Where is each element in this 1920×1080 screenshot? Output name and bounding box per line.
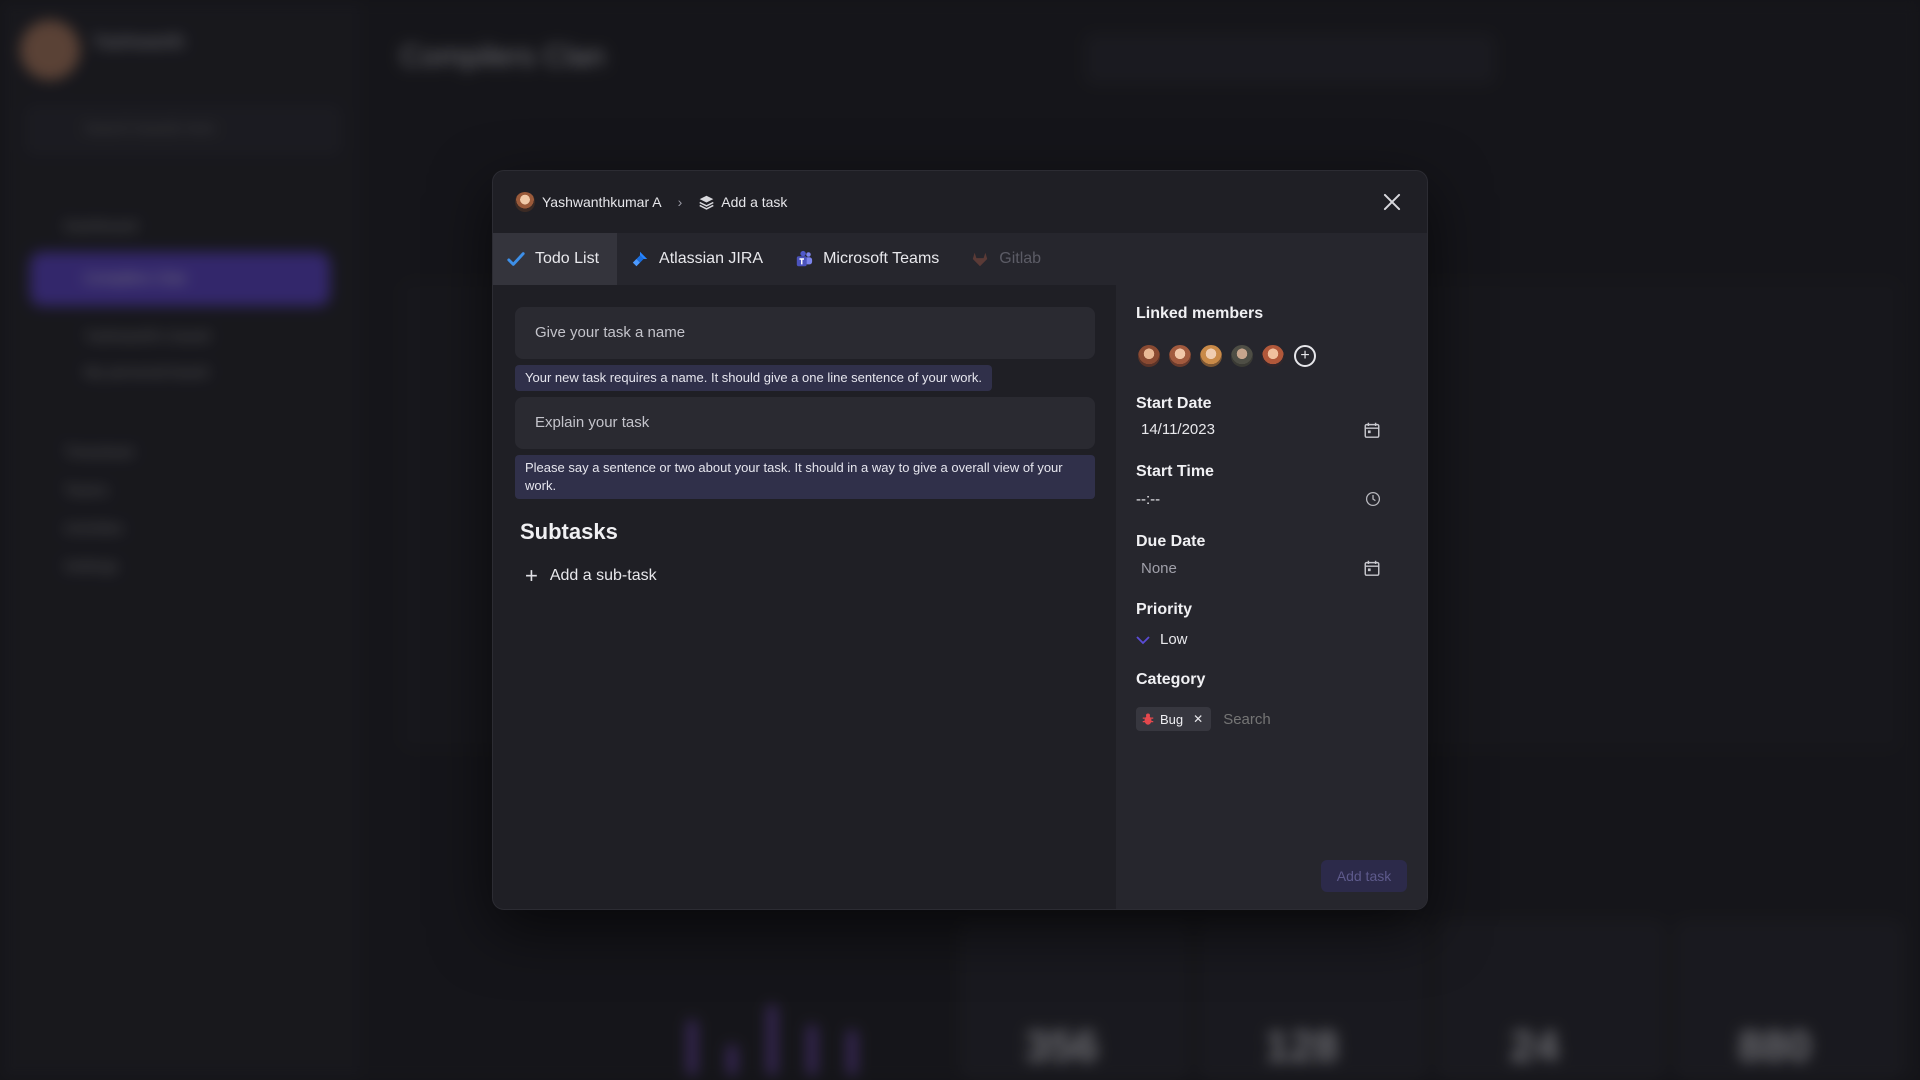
- task-details-pane: Give your task a name Your new task requ…: [493, 285, 1116, 909]
- add-task-modal: Yashwanthkumar A › Add a task Todo List: [492, 170, 1428, 910]
- tab-label: Todo List: [535, 250, 600, 267]
- background-sidebar-item: Yashwanth's board: [84, 328, 210, 345]
- linked-members-label: Linked members: [1136, 305, 1264, 322]
- category-search-input[interactable]: [1223, 710, 1344, 728]
- linked-members: +: [1136, 343, 1316, 369]
- subtasks-title: Subtasks: [520, 519, 618, 544]
- calendar-icon[interactable]: [1363, 559, 1381, 577]
- background-chart-bar: [688, 1020, 696, 1075]
- due-date-label: Due Date: [1136, 533, 1206, 550]
- clock-icon[interactable]: [1365, 491, 1381, 507]
- priority-label: Priority: [1136, 601, 1193, 618]
- add-member-icon[interactable]: +: [1294, 345, 1316, 367]
- background-chart-bar: [768, 1005, 776, 1075]
- member-avatar[interactable]: [1136, 343, 1162, 369]
- background-avatar: [20, 20, 80, 80]
- category-chip-label: Bug: [1160, 711, 1184, 727]
- background-sidebar-item: Activities: [64, 520, 124, 537]
- background-sidebar-item: My personal board: [84, 364, 209, 381]
- tab-gitlab[interactable]: Gitlab: [957, 233, 1059, 285]
- background-top-search: [1085, 34, 1495, 84]
- background-project-title: Compilers Clan: [400, 40, 606, 73]
- task-description-hint: Please say a sentence or two about your …: [515, 455, 1095, 499]
- task-name-input[interactable]: Give your task a name: [515, 307, 1095, 359]
- background-card-number: 24: [1510, 1022, 1559, 1071]
- priority-value: Low: [1160, 631, 1188, 648]
- category-field: Bug ✕: [1136, 707, 1344, 731]
- integration-tabs: Todo List Atlassian JIRA Microsoft Teams: [493, 233, 1427, 285]
- layers-icon: [699, 195, 714, 210]
- background-card-number: 356: [1025, 1022, 1099, 1071]
- breadcrumb-current: Add a task: [721, 194, 788, 210]
- start-date-value[interactable]: 14/11/2023: [1141, 421, 1215, 438]
- task-description-input[interactable]: Explain your task: [515, 397, 1095, 449]
- background-chart-bar: [808, 1025, 816, 1075]
- calendar-icon[interactable]: [1363, 421, 1381, 439]
- background-card-number: 128: [1265, 1022, 1339, 1071]
- due-date-value[interactable]: None: [1141, 560, 1177, 577]
- background-sidebar-item: Teams: [64, 482, 109, 499]
- chevron-right-icon: ›: [677, 194, 683, 210]
- tab-label: Microsoft Teams: [823, 250, 940, 267]
- task-properties-pane: Linked members + Start Date 14/11/2023 S…: [1116, 285, 1427, 909]
- background-sidebar-item: Timesheet: [64, 444, 134, 461]
- task-name-hint: Your new task requires a name. It should…: [515, 365, 992, 391]
- start-date-label: Start Date: [1136, 395, 1212, 412]
- bug-icon: [1142, 713, 1154, 725]
- category-chip[interactable]: Bug ✕: [1136, 707, 1212, 731]
- tab-label: Atlassian JIRA: [659, 250, 764, 267]
- member-avatar[interactable]: [1167, 343, 1193, 369]
- background-sidebar-item: Dashboard: [64, 218, 138, 235]
- teams-icon: [796, 250, 813, 267]
- tab-todo-list[interactable]: Todo List: [493, 233, 618, 285]
- add-subtask-button[interactable]: + Add a sub-task: [525, 565, 657, 587]
- start-time-label: Start Time: [1136, 463, 1214, 480]
- background-chart-bar: [848, 1030, 856, 1075]
- background-search: Search boards here: [24, 104, 342, 156]
- user-avatar: [515, 192, 535, 212]
- category-label: Category: [1136, 671, 1206, 688]
- check-icon: [507, 252, 525, 266]
- background-card-number: 880: [1738, 1022, 1812, 1071]
- background-profile-name: Yashwanth: [92, 32, 185, 53]
- tab-label: Gitlab: [999, 250, 1042, 267]
- close-icon[interactable]: [1379, 189, 1405, 215]
- background-chart-bar: [728, 1045, 736, 1075]
- add-subtask-label: Add a sub-task: [549, 567, 657, 584]
- remove-chip-icon[interactable]: ✕: [1193, 712, 1203, 726]
- add-task-button[interactable]: Add task: [1321, 860, 1407, 892]
- priority-select[interactable]: Low: [1136, 631, 1188, 648]
- breadcrumb-user[interactable]: Yashwanthkumar A: [542, 194, 662, 210]
- background-sidebar-item: Settings: [64, 558, 119, 575]
- tab-atlassian-jira[interactable]: Atlassian JIRA: [617, 233, 781, 285]
- gitlab-icon: [973, 252, 988, 267]
- chevron-down-icon: [1136, 635, 1150, 644]
- member-avatar[interactable]: [1260, 343, 1286, 369]
- plus-icon: +: [525, 563, 538, 588]
- breadcrumb: Yashwanthkumar A › Add a task: [515, 192, 787, 212]
- tab-microsoft-teams[interactable]: Microsoft Teams: [781, 233, 957, 285]
- background-sidebar-item: Compilers Clan: [84, 270, 187, 287]
- member-avatar[interactable]: [1229, 343, 1255, 369]
- start-time-value[interactable]: --:--: [1136, 491, 1160, 508]
- modal-header: Yashwanthkumar A › Add a task: [493, 171, 1427, 233]
- member-avatar[interactable]: [1198, 343, 1224, 369]
- jira-icon: [632, 251, 648, 267]
